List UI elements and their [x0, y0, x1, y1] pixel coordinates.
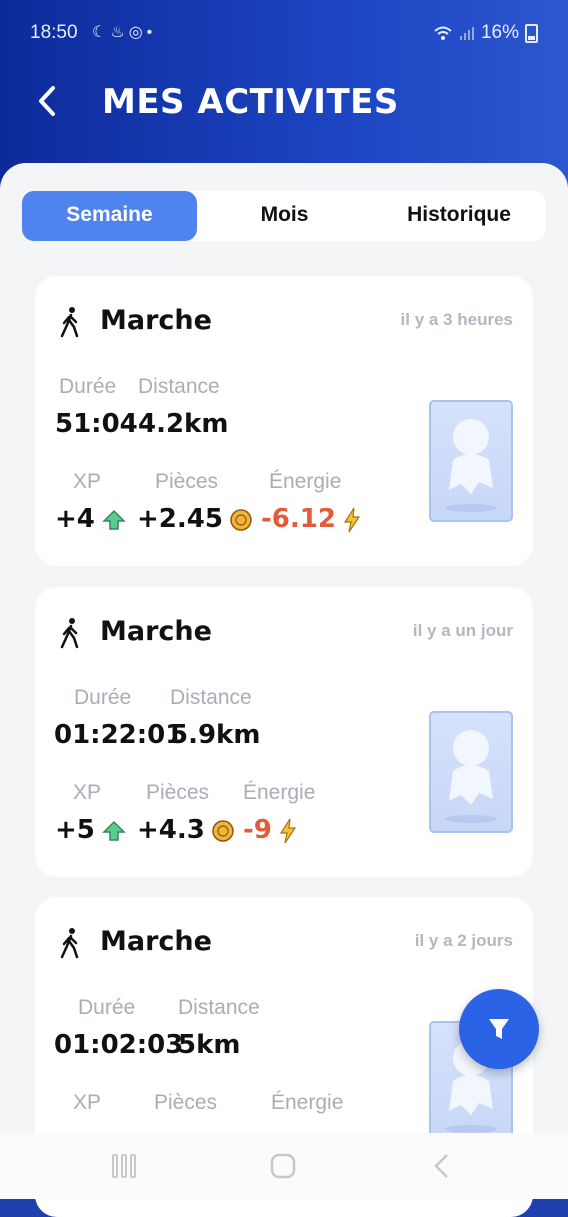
signal-icon	[459, 27, 474, 40]
xp-arrow-icon	[102, 820, 126, 841]
xp-arrow-icon	[102, 509, 126, 530]
xp-value: +4	[55, 504, 127, 534]
energy-label: Énergie	[243, 781, 316, 804]
distance-value: 4.2km	[138, 409, 229, 439]
notification-icons: ☾♨◎•	[92, 22, 156, 42]
wifi-icon	[434, 26, 452, 40]
moon-icon: ☾	[92, 24, 111, 41]
duration-value: 51:04	[55, 409, 138, 439]
energy-value: -9	[243, 815, 298, 845]
home-icon[interactable]	[270, 1153, 296, 1179]
xp-label: XP	[73, 781, 102, 804]
distance-label: Distance	[178, 996, 260, 1019]
walking-icon	[60, 928, 79, 959]
page-title: MES ACTIVITES	[102, 82, 399, 122]
activity-card[interactable]: Marche il y a 3 heures Durée Distance 51…	[35, 276, 533, 566]
distance-label: Distance	[138, 375, 220, 398]
drop-icon: ♨	[110, 24, 129, 41]
sneaker-card-thumbnail[interactable]	[429, 711, 513, 833]
duration-value: 01:02:03	[54, 1030, 184, 1060]
walking-icon	[60, 618, 79, 649]
chevron-left-icon[interactable]	[34, 84, 62, 118]
activity-type: Marche	[100, 305, 212, 336]
energy-label: Énergie	[271, 1091, 344, 1114]
system-navigation-bar	[0, 1133, 568, 1199]
xp-value: +5	[55, 815, 127, 845]
xp-label: XP	[73, 470, 102, 493]
duration-label: Durée	[59, 375, 117, 398]
activity-time-ago: il y a 2 jours	[414, 931, 513, 950]
status-time: 18:50	[30, 22, 78, 43]
coin-icon	[230, 508, 252, 531]
lightning-icon	[343, 507, 361, 532]
distance-value: 5.9km	[170, 720, 261, 750]
tab-historique[interactable]: Historique	[372, 191, 546, 241]
activity-type: Marche	[100, 616, 212, 647]
energy-label: Énergie	[269, 470, 342, 493]
coin-icon	[212, 819, 234, 842]
status-bar: 18:50 ☾♨◎• 16%	[30, 22, 538, 48]
duration-value: 01:22:01	[54, 720, 184, 750]
filter-button[interactable]	[459, 989, 539, 1069]
coins-label: Pièces	[155, 470, 219, 493]
sneaker-card-thumbnail[interactable]	[429, 400, 513, 522]
messenger-icon: ◎	[128, 24, 147, 41]
distance-label: Distance	[170, 686, 252, 709]
activity-time-ago: il y a un jour	[412, 621, 513, 640]
battery-icon	[525, 23, 538, 43]
tab-semaine[interactable]: Semaine	[22, 191, 197, 241]
distance-value: 5km	[178, 1030, 241, 1060]
duration-label: Durée	[78, 996, 136, 1019]
activity-type: Marche	[100, 926, 212, 957]
filter-icon	[489, 1019, 509, 1039]
coins-value: +2.45	[137, 504, 253, 534]
dot-icon: •	[146, 24, 157, 41]
duration-label: Durée	[74, 686, 132, 709]
energy-value: -6.12	[261, 504, 362, 534]
back-icon[interactable]	[431, 1153, 453, 1179]
lightning-icon	[279, 818, 297, 843]
runner-silhouette-icon	[445, 730, 497, 823]
coins-label: Pièces	[146, 781, 210, 804]
coins-value: +4.3	[137, 815, 235, 845]
activity-time-ago: il y a 3 heures	[400, 310, 513, 329]
runner-silhouette-icon	[445, 419, 497, 512]
period-tabs: Semaine Mois Historique	[22, 191, 546, 241]
battery-percent: 16%	[480, 22, 519, 43]
recent-apps-icon[interactable]	[111, 1153, 137, 1179]
coins-label: Pièces	[154, 1091, 218, 1114]
activity-card[interactable]: Marche il y a un jour Durée Distance 01:…	[35, 587, 533, 877]
xp-label: XP	[73, 1091, 102, 1114]
walking-icon	[60, 307, 79, 338]
tab-mois[interactable]: Mois	[197, 191, 372, 241]
